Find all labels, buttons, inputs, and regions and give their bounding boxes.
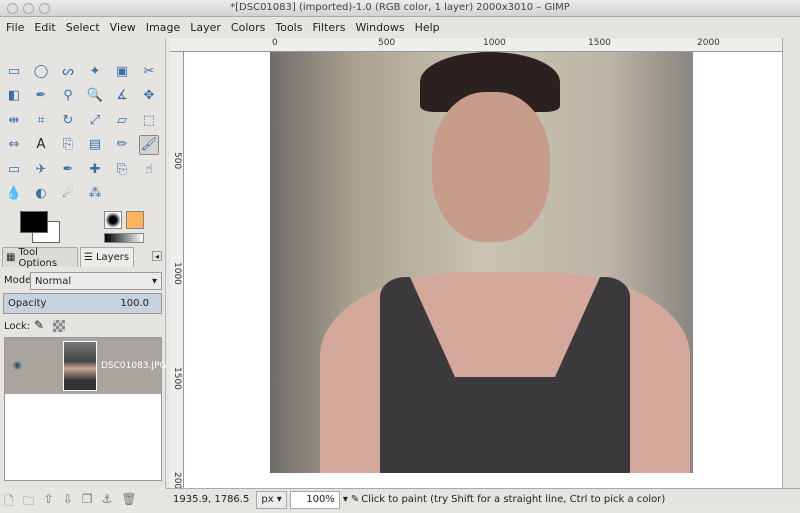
move-tool-icon[interactable]: ✥ [139,86,159,106]
menu-file[interactable]: File [6,21,24,34]
cage-tool-icon[interactable]: ⁂ [85,184,105,204]
photo-face [432,92,550,242]
menu-colors[interactable]: Colors [231,21,265,34]
menu-edit[interactable]: Edit [34,21,55,34]
zoom-dropdown[interactable]: 100% [289,490,340,509]
paintbrush-icon: ✎ [350,494,360,505]
tab-layers[interactable]: ☰ Layers [80,247,134,267]
image-canvas[interactable] [270,52,693,473]
status-bar: 1935.9, 1786.5 px ▾ 100% ▾ ✎ Click to pai… [166,488,800,510]
ruler-label: 0 [272,38,278,48]
zoom-tool-icon[interactable]: 🔍 [85,86,105,106]
shear-tool-icon[interactable]: ▱ [112,110,132,130]
ruler-label: 500 [172,152,182,170]
lock-alpha-icon[interactable] [53,320,65,332]
ruler-label: 1500 [588,38,611,48]
vertical-scrollbar[interactable] [782,38,800,488]
paintbrush-tool-icon[interactable]: 🖌 [139,134,159,155]
title-bar: *[DSC01083] (imported)-1.0 (RGB color, 1… [0,0,800,17]
text-tool-icon[interactable]: A [31,135,51,155]
free-select-tool-icon[interactable]: ᔕ [58,61,78,81]
menu-layer[interactable]: Layer [190,21,221,34]
clone-stamp-tool-icon[interactable]: ⎘ [58,135,78,155]
chevron-down-icon: ▾ [151,275,157,287]
dodge-burn-tool-icon[interactable]: ◐ [31,184,51,204]
paths-tool-icon[interactable]: ✒ [31,86,51,106]
dock-tabs: ▦ Tool Options ☰ Layers ◂ [2,247,162,269]
eye-visibility-icon[interactable]: ◉ [13,360,22,371]
pointer-coordinates: 1935.9, 1786.5 [173,494,250,505]
brush-preview[interactable] [104,211,122,229]
window-title: *[DSC01083] (imported)-1.0 (RGB color, 1… [230,2,570,13]
status-message: Click to paint (try Shift for a straight… [361,494,666,505]
menu-view[interactable]: View [110,21,136,34]
layers-list: ◉ DSC01083.JPG [4,337,166,481]
color-select-tool-icon[interactable]: ▣ [112,61,132,81]
ruler-label: 1000 [483,38,506,48]
flip-tool-icon[interactable]: ⇔ [4,135,24,155]
pencil-tool-icon[interactable]: ✏ [112,135,132,155]
smudge-2-tool-icon[interactable]: ☄ [58,184,78,204]
layer-thumbnail [63,341,97,391]
crop-tool-icon[interactable]: ⌗ [31,110,51,130]
perspective-tool-icon[interactable]: ⬚ [139,110,159,130]
menu-help[interactable]: Help [415,21,440,34]
blend-tool-icon[interactable]: ▤ [85,135,105,155]
gradient-preview[interactable] [104,233,144,243]
menu-select[interactable]: Select [66,21,100,34]
blur-tool-icon[interactable]: 💧 [4,184,24,204]
ruler-label: 1000 [172,262,182,285]
tab-tool-options[interactable]: ▦ Tool Options [2,247,78,269]
foreground-color-swatch-front[interactable] [20,211,48,233]
layer-row[interactable]: ◉ DSC01083.JPG [5,338,166,394]
heal-tool-icon[interactable]: ✚ [85,159,105,179]
unit-dropdown[interactable]: px ▾ [256,490,287,509]
foreground-select-tool-icon[interactable]: ◧ [4,86,24,106]
menu-bar: File Edit Select View Image Layer Colors Tools F… [0,17,800,38]
pattern-preview[interactable] [126,211,144,229]
dock-menu-button[interactable]: ◂ [152,251,162,261]
airbrush-tool-icon[interactable]: ✈ [31,159,51,179]
horizontal-ruler: 0 500 1000 1500 2000 [170,38,782,52]
layer-name[interactable]: DSC01083.JPG [101,361,166,371]
layers-icon: ☰ [84,252,93,263]
ruler-label: 500 [378,38,396,48]
align-tool-icon[interactable]: ⇹ [4,110,24,130]
menu-image[interactable]: Image [146,21,180,34]
rect-select-tool-icon[interactable]: ▭ [4,61,24,81]
lock-pixels-icon[interactable]: ✎ [34,318,44,332]
scissors-tool-icon[interactable]: ✂ [139,61,159,81]
vertical-ruler: 500 1000 1500 2000 [170,52,184,495]
scale-tool-icon[interactable]: ⤢ [85,110,105,130]
ruler-label: 2000 [697,38,720,48]
tool-options-icon: ▦ [6,252,16,263]
ink-tool-icon[interactable]: ✒ [58,159,78,179]
perspective-clone-tool-icon[interactable]: ⎘ [112,159,132,179]
ruler-label: 1500 [172,367,182,390]
menu-tools[interactable]: Tools [275,21,302,34]
ellipse-select-tool-icon[interactable]: ◯ [31,61,51,81]
eraser-tool-icon[interactable]: ▭ [4,159,24,179]
measure-tool-icon[interactable]: ∡ [112,86,132,106]
opacity-slider[interactable]: Opacity 100.0 [3,293,162,314]
color-picker-tool-icon[interactable]: ⚲ [58,86,78,106]
mode-dropdown[interactable]: Normal ▾ [30,272,162,290]
menu-filters[interactable]: Filters [312,21,345,34]
fuzzy-select-tool-icon[interactable]: ✦ [85,61,105,81]
rotate-tool-icon[interactable]: ↻ [58,110,78,130]
lock-label: Lock: [4,321,31,332]
smudge-tool-icon[interactable]: ☝ [139,159,159,179]
menu-windows[interactable]: Windows [355,21,404,34]
